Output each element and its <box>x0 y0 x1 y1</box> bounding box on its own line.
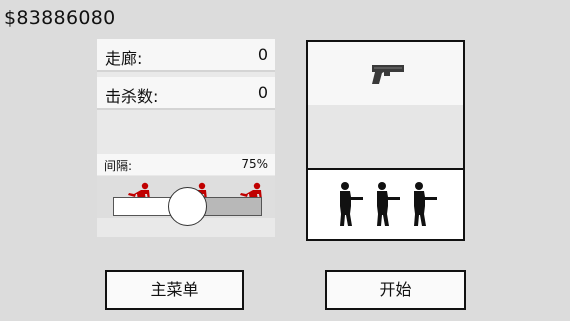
main-menu-button[interactable]: 主菜单 <box>105 270 244 310</box>
corridor-value: 0 <box>257 45 268 64</box>
interval-slider-knob[interactable] <box>168 187 207 226</box>
shooter-icon <box>340 182 363 226</box>
interval-row: 间隔: 75% <box>97 154 275 175</box>
kills-label: 击杀数: <box>105 87 159 106</box>
weapon-panel <box>306 40 465 241</box>
shooter-icon <box>414 182 437 226</box>
shooter-preview <box>308 170 463 239</box>
weapon-slot-empty[interactable] <box>308 105 463 168</box>
pistol-icon <box>372 65 404 84</box>
interval-label: 间隔: <box>104 159 133 173</box>
kills-row: 击杀数: 0 <box>97 77 275 110</box>
kills-value: 0 <box>257 83 268 102</box>
interval-value: 75% <box>241 157 268 171</box>
money-display: $83886080 <box>4 7 116 29</box>
shooter-icon <box>377 182 400 226</box>
start-button[interactable]: 开始 <box>325 270 466 310</box>
corridor-label: 走廊: <box>105 49 143 68</box>
weapon-slot[interactable] <box>308 42 463 105</box>
corridor-row: 走廊: 0 <box>97 39 275 72</box>
